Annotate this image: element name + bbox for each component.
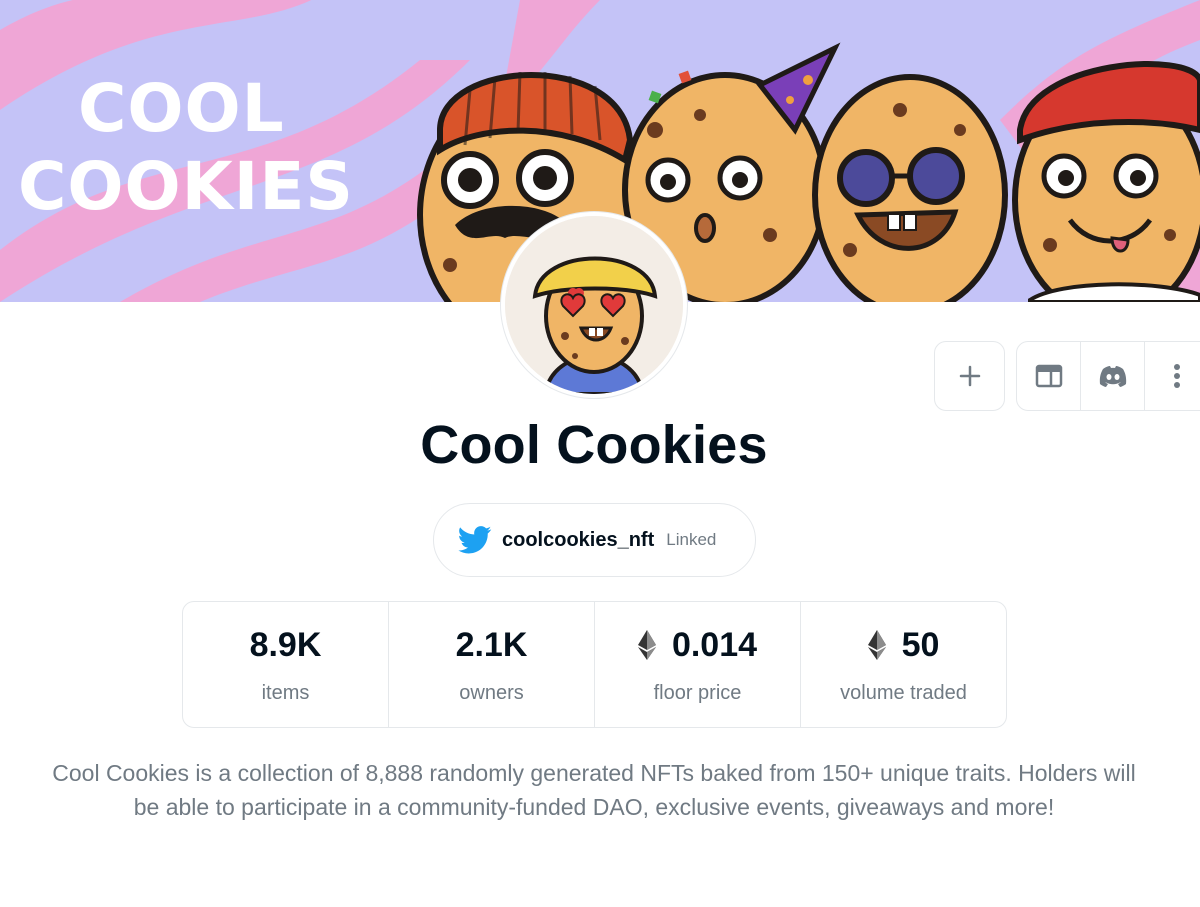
discord-icon: [1099, 366, 1126, 387]
add-button[interactable]: [934, 341, 1005, 411]
twitter-icon: [458, 526, 492, 554]
ethereum-icon: [867, 630, 886, 660]
stat-value: 0.014: [637, 624, 757, 666]
more-button[interactable]: [1145, 342, 1200, 410]
discord-button[interactable]: [1081, 342, 1145, 410]
stat-floor-price[interactable]: 0.014 floor price: [595, 602, 801, 727]
banner-title-line-2: COOKIES: [18, 148, 354, 225]
banner-title: COOL COOKIES: [18, 70, 354, 226]
stat-value: 2.1K: [455, 625, 528, 664]
stat-label: volume traded: [840, 682, 967, 704]
twitter-handle: coolcookies_nft: [502, 528, 655, 551]
stat-volume-traded[interactable]: 50 volume traded: [801, 602, 1006, 727]
stat-items[interactable]: 8.9K items: [183, 602, 389, 727]
banner-title-line-1: COOL: [78, 70, 285, 147]
stat-value: 50: [867, 624, 939, 666]
ethereum-icon: [637, 630, 656, 660]
collection-avatar[interactable]: [501, 212, 687, 398]
website-icon: [1035, 364, 1062, 388]
more-vertical-icon: [1173, 364, 1180, 388]
twitter-link[interactable]: coolcookies_nft Linked: [433, 503, 756, 577]
plus-icon: [959, 365, 980, 387]
collection-stats: 8.9K items 2.1K owners 0.014 floor price: [182, 601, 1007, 728]
stat-label: owners: [459, 682, 524, 704]
stat-value: 8.9K: [249, 625, 322, 664]
stat-label: items: [261, 682, 310, 704]
stat-label: floor price: [653, 682, 742, 704]
collection-description: Cool Cookies is a collection of 8,888 ra…: [52, 760, 1136, 820]
social-links-group: [1016, 341, 1200, 411]
website-button[interactable]: [1017, 342, 1081, 410]
twitter-linked-status: Linked: [666, 530, 717, 549]
cookie-avatar-icon: [505, 216, 683, 394]
stat-owners[interactable]: 2.1K owners: [389, 602, 595, 727]
collection-title: Cool Cookies: [420, 415, 768, 475]
